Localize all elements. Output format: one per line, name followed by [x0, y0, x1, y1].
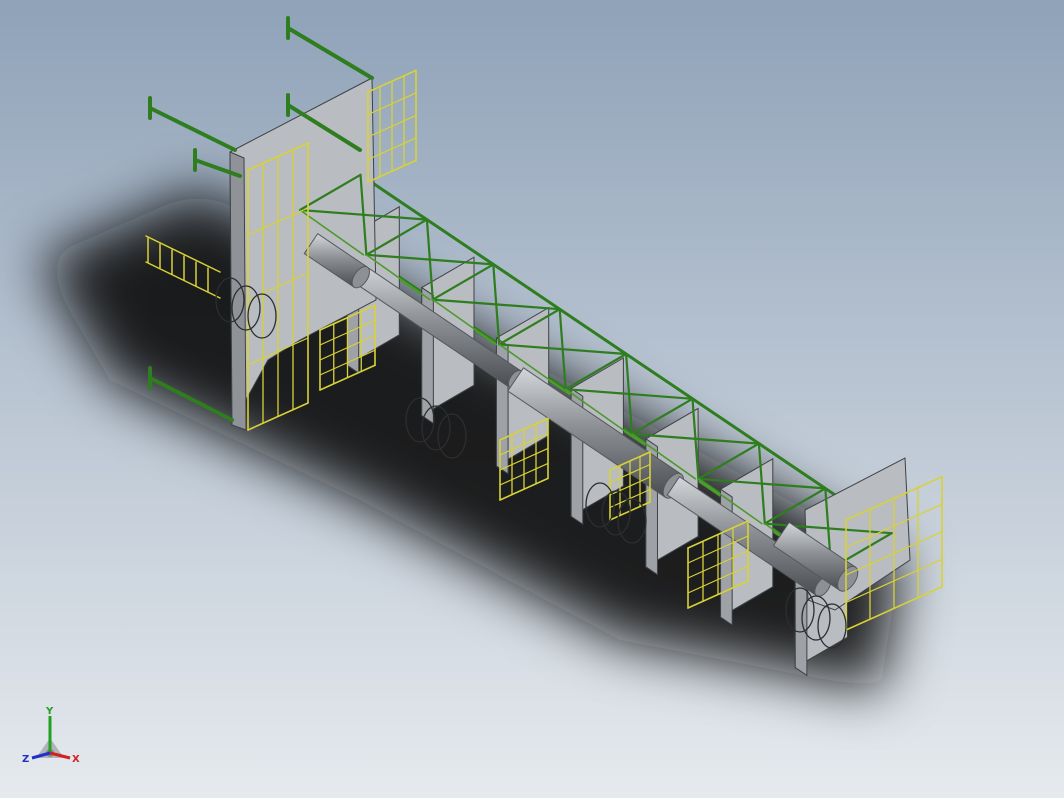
end-plate-edge: [229, 151, 247, 431]
axis-y-label: Y: [45, 706, 54, 717]
axis-z-label: Z: [22, 754, 29, 765]
axis-x-label: X: [72, 754, 80, 765]
cad-scene[interactable]: Y X Z: [0, 0, 1064, 798]
cad-viewport[interactable]: Y X Z: [0, 0, 1064, 798]
